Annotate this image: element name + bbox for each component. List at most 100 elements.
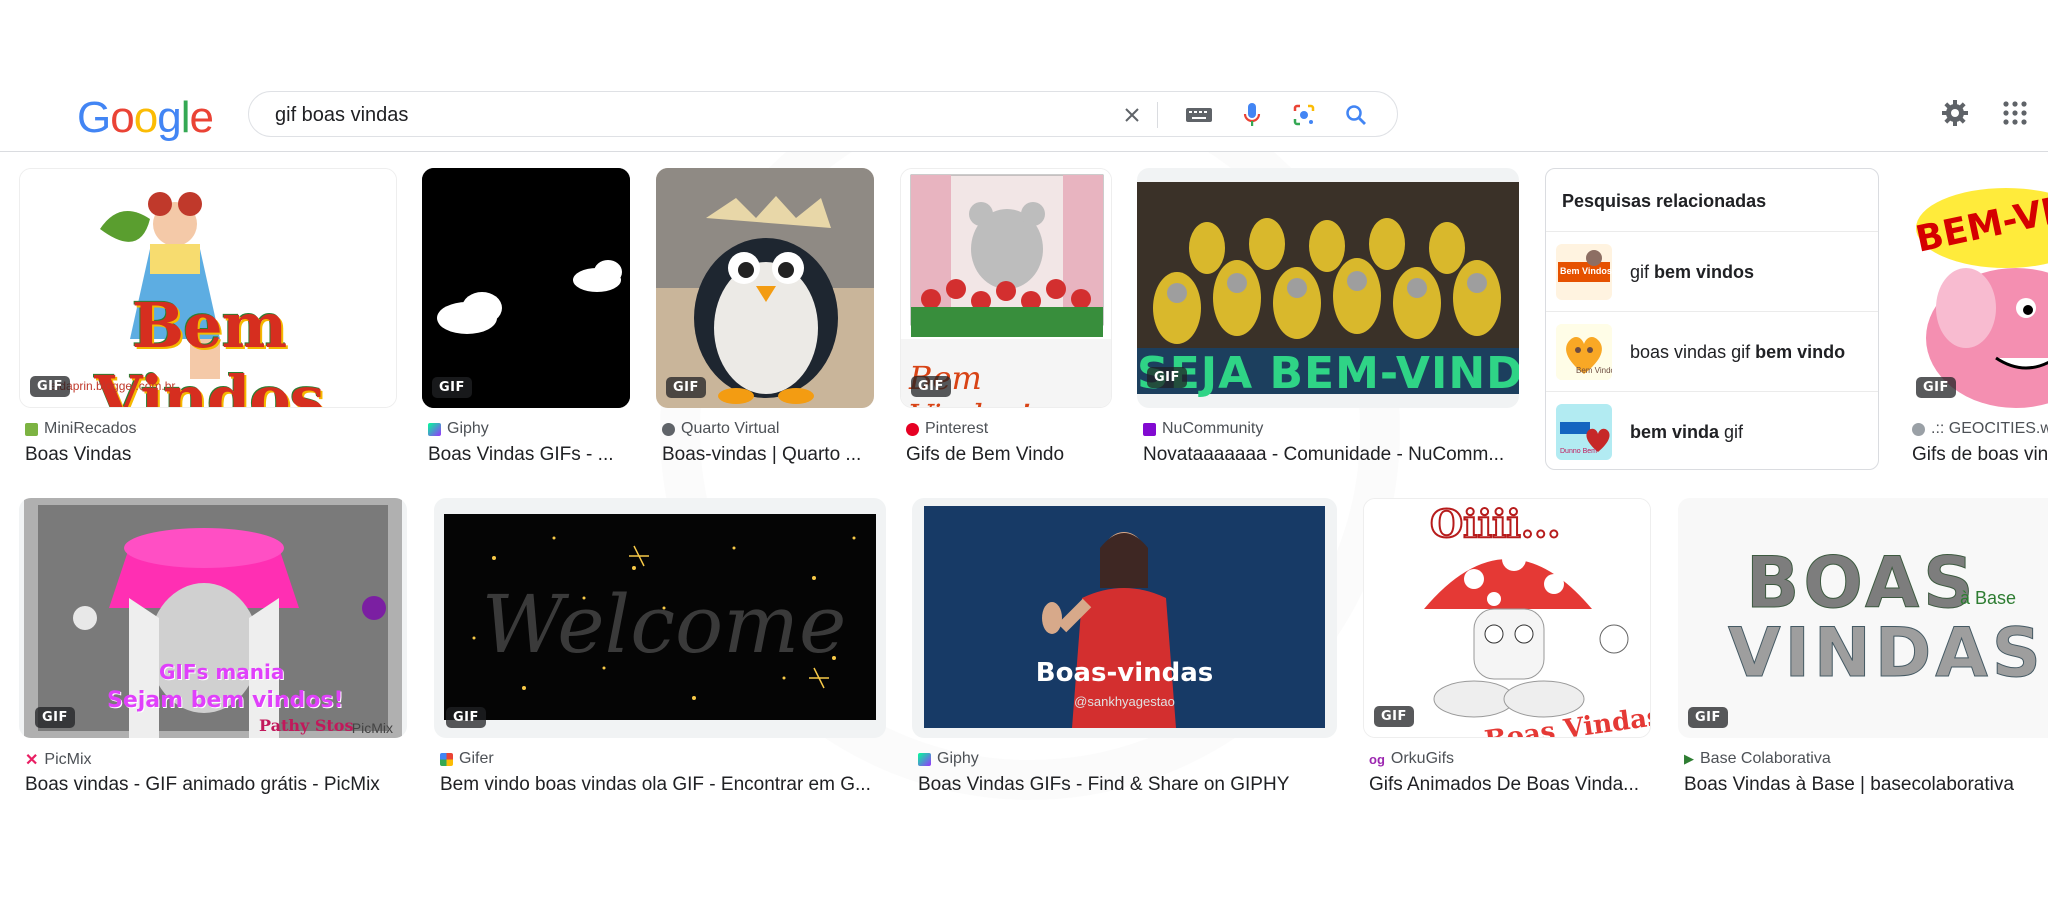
result-thumbnail[interactable]: BOAS à Base VINDAS GIF [1678,498,2048,738]
result-thumbnail[interactable]: Bem Vindos eidaprin.blogger.com.br GIF [19,168,397,408]
source-name: OrkuGifs [1390,750,1455,767]
result-source[interactable]: Quarto Virtual [662,420,779,438]
result-title[interactable]: Boas Vindas à Base | basecolaborativa [1684,774,2048,796]
result-source[interactable]: NuCommunity [1143,420,1263,438]
image-result-card[interactable]: Bem Vindos! GIF Pinterest Gifs de Bem Vi… [900,168,1112,468]
search-input[interactable] [275,102,1035,128]
source-favicon-icon [1912,422,1925,436]
logo-letter: o [110,93,135,142]
gif-badge: GIF [30,376,70,397]
source-name: MiniRecados [44,420,137,437]
result-title[interactable]: Boas Vindas [25,444,397,466]
thumbnail-image [422,168,630,408]
related-thumb-text: Bem Vindos [1560,266,1612,276]
related-searches-panel: Pesquisas relacionadas Bem Vindos gif be… [1545,168,1879,470]
result-title[interactable]: Gifs de Bem Vindo [906,444,1112,466]
related-label-bold: bem vindos [1654,262,1755,282]
header: Google [0,0,2048,152]
source-name: Giphy [447,420,489,437]
microphone-icon[interactable] [1239,102,1265,128]
thumbnail-subtext: à Base [1960,588,2017,608]
result-title[interactable]: Boas-vindas | Quarto ... [662,444,874,466]
source-favicon-icon: og [1369,751,1385,767]
clear-icon[interactable] [1119,102,1145,128]
logo-letter: e [189,93,214,142]
source-favicon-icon: ✕ [25,752,39,769]
related-search-thumbnail: Dunno Bem [1556,404,1612,460]
google-logo[interactable]: Google [77,93,214,143]
result-thumbnail[interactable]: Boas-vindas @sankhyagestao [912,498,1337,738]
result-thumbnail[interactable]: Oiiii... Boas Vindas! GIF [1363,498,1651,738]
logo-letter: g [157,93,182,142]
thumbnail-overlay-text: Welcome [481,578,847,671]
image-result-card[interactable]: Boas-vindas @sankhyagestao Giphy Boas Vi… [912,498,1337,798]
thumbnail-watermark: PicMix [351,720,393,736]
related-search-item[interactable]: Dunno Bem bem vinda gif [1546,391,1878,469]
result-thumbnail[interactable]: SEJA BEM-VINDA GIF [1137,168,1519,408]
result-source[interactable]: Giphy [918,750,979,768]
result-source[interactable]: Giphy [428,420,489,438]
image-result-card[interactable]: SEJA BEM-VINDA GIF NuCommunity Novataaaa… [1137,168,1519,468]
thumbnail-overlay-text: Pathy Stos [259,716,354,735]
result-thumbnail[interactable]: Bem Vindos! GIF [900,168,1112,408]
image-result-card[interactable]: Welcome GIF Gifer Bem vindo boas vindas … [434,498,886,798]
image-result-card[interactable]: Bem Vindos eidaprin.blogger.com.br GIF M… [19,168,397,468]
gif-badge: GIF [1688,707,1728,728]
result-thumbnail[interactable]: GIFs mania Sejam bem vindos! Pathy Stos … [19,498,407,738]
source-favicon-icon [1143,422,1156,436]
image-result-card[interactable]: BEM-VINDO GIF .:: GEOCITIES.ws Gifs de b… [1906,168,2048,468]
result-thumbnail[interactable]: GIF [656,168,874,408]
gif-badge: GIF [35,707,75,728]
result-title[interactable]: Gifs de boas vindas [1912,444,2048,466]
lens-icon[interactable] [1291,102,1317,128]
apps-grid-icon[interactable] [1998,96,2032,130]
image-result-card[interactable]: GIF Quarto Virtual Boas-vindas | Quarto … [656,168,874,468]
related-label-suffix: gif [1719,422,1744,442]
source-name: Giphy [937,750,979,767]
result-thumbnail[interactable]: GIF [422,168,630,408]
source-favicon-icon [428,422,441,436]
source-favicon-icon: ▶ [1684,751,1694,766]
thumbnail-overlay-text: Sejam bem vindos! [107,688,344,713]
search-box [248,91,1398,137]
source-name: Base Colaborativa [1700,750,1831,767]
result-source[interactable]: .:: GEOCITIES.ws [1912,420,2048,438]
related-label-bold: bem vinda [1630,422,1720,442]
result-source[interactable]: ▶ Base Colaborativa [1684,750,1831,768]
source-favicon-icon [440,752,453,766]
result-title[interactable]: Boas Vindas GIFs - Find & Share on GIPHY [918,774,1337,796]
result-title[interactable]: Novataaaaaaa - Comunidade - NuComm... [1143,444,1519,466]
source-name: NuCommunity [1162,420,1264,437]
related-search-item[interactable]: Bem Vindo boas vindas gif bem vindo [1546,311,1878,391]
result-source[interactable]: ✕ PicMix [25,750,92,770]
search-divider [1157,102,1158,128]
related-searches-title: Pesquisas relacionadas [1562,191,1767,211]
related-search-label: boas vindas gif bem vindo [1630,342,1845,363]
related-search-label: bem vinda gif [1630,422,1743,443]
image-result-card[interactable]: BOAS à Base VINDAS GIF ▶ Base Colaborativ… [1678,498,2048,798]
image-result-card[interactable]: GIFs mania Sejam bem vindos! Pathy Stos … [19,498,407,798]
image-result-card[interactable]: Oiiii... Boas Vindas! GIF og OrkuGifs Gif… [1363,498,1651,798]
result-source[interactable]: Pinterest [906,420,988,438]
result-thumbnail[interactable]: Welcome GIF [434,498,886,738]
image-result-card[interactable]: GIF Giphy Boas Vindas GIFs - ... [422,168,630,468]
result-title[interactable]: Boas Vindas GIFs - ... [428,444,630,466]
result-source[interactable]: og OrkuGifs [1369,750,1454,768]
source-name: Gifer [459,750,494,767]
gif-badge: GIF [1374,706,1414,727]
keyboard-icon[interactable] [1184,102,1214,128]
gif-badge: GIF [446,707,486,728]
related-label-bold: bem vindo [1755,342,1846,362]
search-icon[interactable] [1343,102,1369,128]
result-source[interactable]: MiniRecados [25,420,136,438]
result-title[interactable]: Boas vindas - GIF animado grátis - PicMi… [25,774,407,796]
thumbnail-overlay-text: Oiiii... [1429,500,1562,547]
result-thumbnail[interactable]: BEM-VINDO GIF [1906,168,2048,408]
result-title[interactable]: Bem vindo boas vindas ola GIF - Encontra… [440,774,886,796]
result-source[interactable]: Gifer [440,750,494,768]
related-search-item[interactable]: Bem Vindos gif bem vindos [1546,231,1878,311]
gif-badge: GIF [911,376,951,397]
result-title[interactable]: Gifs Animados De Boas Vinda... [1369,774,1651,796]
source-favicon-icon [25,422,38,436]
settings-gear-icon[interactable] [1938,96,1972,130]
